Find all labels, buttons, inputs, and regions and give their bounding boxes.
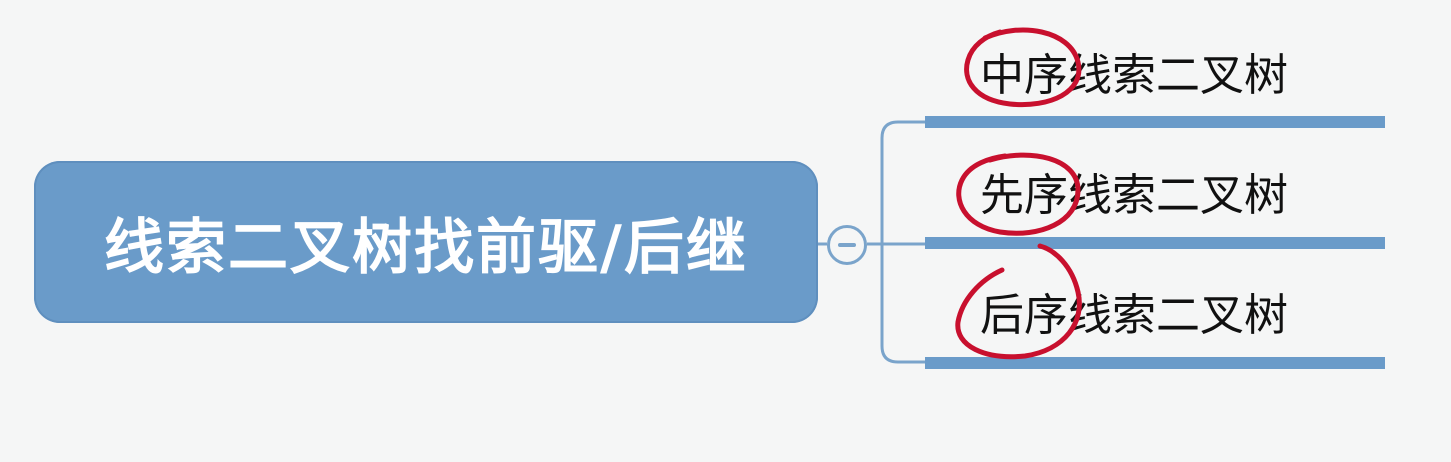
subtopic-preorder[interactable]: 先序线索二叉树 [925,166,1385,249]
subtopic-label: 先序线索二叉树 [980,170,1288,221]
minus-icon [838,243,856,247]
subtopic-postorder[interactable]: 后序线索二叉树 [925,286,1385,369]
subtopic-underline [925,357,1385,369]
root-topic-node[interactable]: 线索二叉树找前驱/后继 [34,161,818,323]
subtopic-label: 后序线索二叉树 [980,290,1288,341]
subtopic-label: 中序线索二叉树 [980,50,1288,101]
root-topic-label: 线索二叉树找前驱/后继 [104,212,748,283]
collapse-toggle-button[interactable] [827,225,867,265]
mind-map-canvas: 线索二叉树找前驱/后继 中序线索二叉树 先序线索二叉树 后序线索二叉树 [0,0,1451,462]
subtopic-inorder[interactable]: 中序线索二叉树 [925,46,1385,128]
subtopic-underline [925,116,1385,128]
subtopic-underline [925,237,1385,249]
